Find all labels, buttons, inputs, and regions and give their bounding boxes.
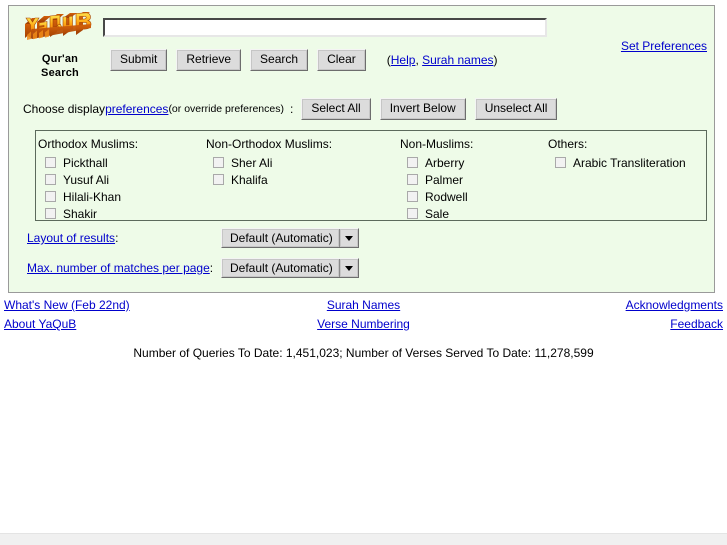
horizontal-scrollbar[interactable] xyxy=(0,533,727,545)
select-all-button[interactable]: Select All xyxy=(301,98,371,120)
surah-names-footer-link[interactable]: Surah Names xyxy=(327,298,400,312)
max-matches-link[interactable]: Max. number of matches per page xyxy=(27,261,210,275)
checkbox-row-khalifa[interactable]: Khalifa xyxy=(206,171,332,188)
set-preferences-link[interactable]: Set Preferences xyxy=(621,39,707,53)
unselect-all-button[interactable]: Unselect All xyxy=(474,98,558,120)
statistics-line: Number of Queries To Date: 1,451,023; Nu… xyxy=(133,346,594,360)
submit-button[interactable]: Submit xyxy=(110,49,168,71)
checkbox-row-pickthall[interactable]: Pickthall xyxy=(38,154,138,171)
surah-names-link[interactable]: Surah names xyxy=(422,53,493,67)
clear-button[interactable]: Clear xyxy=(317,49,366,71)
search-input[interactable] xyxy=(103,18,547,37)
override-note: (or override preferences) xyxy=(168,103,284,115)
feedback-link[interactable]: Feedback xyxy=(670,317,723,331)
invert-below-button[interactable]: Invert Below xyxy=(379,98,466,120)
checkbox-yusuf-ali[interactable] xyxy=(45,174,56,185)
checkbox-row-yusuf-ali[interactable]: Yusuf Ali xyxy=(38,171,138,188)
max-matches-select[interactable]: Default (Automatic) xyxy=(221,258,359,278)
layout-of-results-select[interactable]: Default (Automatic) xyxy=(221,228,359,248)
checkbox-row-rodwell[interactable]: Rodwell xyxy=(400,188,473,205)
checkbox-label[interactable]: Shakir xyxy=(63,207,97,221)
footer-mid-2: Verse Numbering xyxy=(0,317,727,331)
search-button[interactable]: Search xyxy=(250,49,309,71)
help-link[interactable]: Help xyxy=(391,53,416,67)
group-non-muslims: Non-Muslims: Arberry Palmer Rodwell Sale xyxy=(400,137,473,222)
help-note: (Help, Surah names) xyxy=(387,53,498,67)
footer-mid-1: Surah Names xyxy=(0,298,727,312)
footer-right-2: Feedback xyxy=(670,317,723,331)
checkbox-row-sale[interactable]: Sale xyxy=(400,205,473,222)
layout-of-results-link[interactable]: Layout of results xyxy=(27,231,115,245)
checkbox-label[interactable]: Pickthall xyxy=(63,156,108,170)
matches-colon: : xyxy=(209,261,214,275)
checkbox-label[interactable]: Arberry xyxy=(425,156,464,170)
choose-display-lead: Choose display xyxy=(23,102,106,116)
top-row: Qur'an Search Submit Retrieve Search Cle… xyxy=(9,6,714,90)
yaqub-wordmark-icon xyxy=(19,8,99,50)
matches-select-value: Default (Automatic) xyxy=(222,259,340,277)
footer-links: What's New (Feb 22nd) Surah Names Acknow… xyxy=(0,298,727,336)
group-title: Non-Orthodox Muslims: xyxy=(206,137,333,151)
group-orthodox-muslims: Orthodox Muslims: Pickthall Yusuf Ali Hi… xyxy=(38,137,138,222)
verse-numbering-link[interactable]: Verse Numbering xyxy=(317,317,410,331)
group-others: Others: Arabic Transliteration xyxy=(548,137,686,171)
choose-display-row: Choose display preferences (or override … xyxy=(23,98,566,120)
chevron-down-icon[interactable] xyxy=(340,229,358,247)
checkbox-label[interactable]: Arabic Transliteration xyxy=(573,156,686,170)
checkbox-arabic-transliteration[interactable] xyxy=(555,157,566,168)
layout-of-results-row: Layout of results : Default (Automatic) xyxy=(27,228,359,248)
group-title: Others: xyxy=(548,137,588,151)
checkbox-label[interactable]: Yusuf Ali xyxy=(63,173,109,187)
checkbox-palmer[interactable] xyxy=(407,174,418,185)
group-title: Orthodox Muslims: xyxy=(38,137,139,151)
checkbox-row-palmer[interactable]: Palmer xyxy=(400,171,473,188)
footer-row-1: What's New (Feb 22nd) Surah Names Acknow… xyxy=(0,298,727,317)
choose-display-colon: : xyxy=(289,102,294,116)
layout-colon: : xyxy=(115,231,119,245)
checkbox-rodwell[interactable] xyxy=(407,191,418,202)
checkbox-label[interactable]: Palmer xyxy=(425,173,463,187)
footer-row-2: About YaQuB Verse Numbering Feedback xyxy=(0,317,727,336)
checkbox-label[interactable]: Sher Ali xyxy=(231,156,272,170)
checkbox-label[interactable]: Hilali-Khan xyxy=(63,190,121,204)
checkbox-label[interactable]: Rodwell xyxy=(425,190,468,204)
checkbox-pickthall[interactable] xyxy=(45,157,56,168)
checkbox-row-sher-ali[interactable]: Sher Ali xyxy=(206,154,332,171)
logo-caption-line2: Search xyxy=(41,67,79,79)
footer-right-1: Acknowledgments xyxy=(626,298,723,312)
logo-caption-line1: Qur'an xyxy=(41,53,79,65)
checkbox-sher-ali[interactable] xyxy=(213,157,224,168)
checkbox-row-hilali-khan[interactable]: Hilali-Khan xyxy=(38,188,138,205)
action-button-row: Submit Retrieve Search Clear (Help, Sura… xyxy=(110,49,498,71)
checkbox-khalifa[interactable] xyxy=(213,174,224,185)
group-non-orthodox-muslims: Non-Orthodox Muslims: Sher Ali Khalifa xyxy=(206,137,332,188)
group-title: Non-Muslims: xyxy=(400,137,474,151)
layout-select-value: Default (Automatic) xyxy=(222,229,340,247)
preferences-link[interactable]: preferences xyxy=(105,102,168,116)
retrieve-button[interactable]: Retrieve xyxy=(176,49,242,71)
checkbox-label[interactable]: Khalifa xyxy=(231,173,268,187)
checkbox-arberry[interactable] xyxy=(407,157,418,168)
logo-caption: Qur'an Search xyxy=(19,52,101,80)
checkbox-row-arabic-transliteration[interactable]: Arabic Transliteration xyxy=(548,154,686,171)
max-matches-row: Max. number of matches per page : Defaul… xyxy=(27,258,359,278)
acknowledgments-link[interactable]: Acknowledgments xyxy=(626,298,723,312)
translator-groups-box: Orthodox Muslims: Pickthall Yusuf Ali Hi… xyxy=(35,130,707,221)
close-paren: ) xyxy=(493,53,498,67)
checkbox-hilali-khan[interactable] xyxy=(45,191,56,202)
checkbox-row-arberry[interactable]: Arberry xyxy=(400,154,473,171)
checkbox-label[interactable]: Sale xyxy=(425,207,449,221)
chevron-down-icon[interactable] xyxy=(340,259,358,277)
checkbox-sale[interactable] xyxy=(407,208,418,219)
set-preferences-container: Set Preferences xyxy=(621,39,707,53)
site-logo: Qur'an Search xyxy=(19,8,101,80)
checkbox-shakir[interactable] xyxy=(45,208,56,219)
checkbox-row-shakir[interactable]: Shakir xyxy=(38,205,138,222)
search-panel: Qur'an Search Submit Retrieve Search Cle… xyxy=(8,5,715,293)
